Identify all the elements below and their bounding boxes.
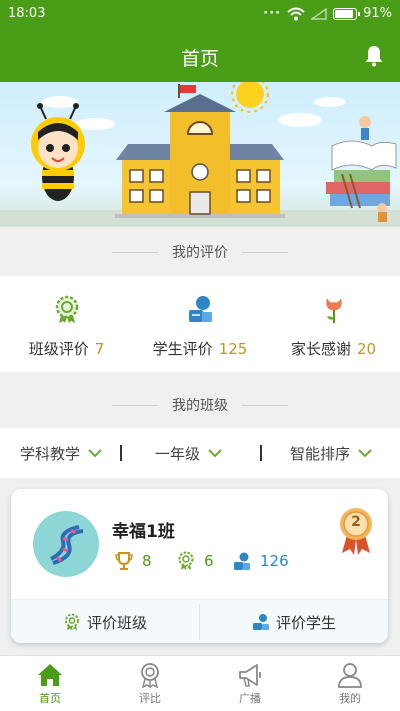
stat-label: 学生评价 — [152, 340, 213, 358]
tab-label: 我的 — [339, 692, 361, 705]
banner-image — [0, 82, 400, 227]
tab-label: 广播 — [239, 692, 261, 705]
award-icon — [141, 663, 159, 688]
student-icon — [234, 552, 250, 570]
trophy-count: 8 — [142, 552, 152, 570]
home-icon — [38, 664, 62, 686]
megaphone-icon — [239, 664, 261, 687]
chevron-down-icon — [358, 449, 372, 458]
status-indicators: ··· 91% — [263, 6, 392, 21]
status-time: 18:03 — [8, 6, 46, 21]
divider-line — [242, 251, 288, 253]
page-title: 首页 — [180, 48, 219, 70]
medal-count: 6 — [204, 552, 214, 570]
section-title-text: 我的评价 — [172, 245, 228, 261]
class-trophy-count: 8 — [114, 551, 152, 571]
class-rank: 2 — [351, 514, 361, 530]
stat-value: 20 — [356, 340, 377, 358]
battery-fill — [335, 9, 354, 18]
class-avatar — [33, 511, 99, 577]
stat-value: 7 — [94, 340, 105, 358]
wifi-icon — [287, 7, 305, 20]
review-class-button[interactable]: 评价班级 — [11, 600, 199, 643]
school-illustration — [0, 82, 400, 227]
class-medal-count: 6 — [176, 551, 214, 571]
review-class-label: 评价班级 — [86, 613, 147, 632]
section-my-reviews: 我的评价 — [0, 228, 400, 276]
tab-profile[interactable]: 我的 — [300, 656, 400, 711]
sun-icon — [231, 82, 269, 113]
chevron-down-icon — [208, 449, 222, 458]
more-dots-icon: ··· — [263, 6, 282, 21]
class-student-count: 126 — [232, 551, 289, 571]
class-filters: 学科教学 一年级 智能排序 — [0, 428, 400, 478]
stat-class-reviews[interactable]: 班级评价 7 — [0, 276, 133, 372]
review-students-label: 评价学生 — [275, 613, 336, 632]
section-title-text: 我的班级 — [172, 398, 228, 414]
student-count: 126 — [260, 552, 289, 570]
filter-separator — [120, 445, 122, 461]
medal-icon — [65, 613, 79, 630]
tab-label: 首页 — [39, 692, 61, 705]
tab-ranking[interactable]: 评比 — [100, 656, 200, 711]
filter-subject-dropdown[interactable]: 学科教学 — [20, 428, 102, 478]
filter-grade-dropdown[interactable]: 一年级 — [155, 428, 222, 478]
student-icon — [189, 296, 212, 322]
stat-parent-thanks[interactable]: 家长感谢 20 — [267, 276, 400, 372]
stat-student-reviews[interactable]: 学生评价 125 — [133, 276, 267, 372]
battery-icon — [333, 7, 361, 20]
stat-row: 学生评价 125 — [133, 338, 267, 359]
status-bar: 18:03 ··· 91% — [0, 0, 400, 30]
tab-home[interactable]: 首页 — [0, 656, 100, 711]
stat-label: 班级评价 — [28, 340, 89, 358]
class-card[interactable]: 幸福1班 8 6 126 2 评价班级 评价学生 — [11, 489, 388, 643]
card-actions: 评价班级 评价学生 — [11, 599, 388, 643]
review-stats: 班级评价 7 学生评价 125 家长感谢 20 — [0, 276, 400, 372]
chevron-down-icon — [88, 449, 102, 458]
filter-label: 学科教学 — [20, 444, 81, 463]
trophy-icon — [115, 552, 133, 570]
divider-line — [112, 404, 158, 406]
app-header: 首页 — [0, 30, 400, 82]
filter-label: 一年级 — [155, 444, 201, 463]
filter-label: 智能排序 — [290, 444, 351, 463]
stat-row: 班级评价 7 — [0, 338, 133, 359]
divider-line — [242, 404, 288, 406]
signal-icon — [311, 7, 327, 20]
divider-line — [112, 251, 158, 253]
medal-icon — [55, 295, 78, 323]
battery-percent: 91% — [363, 6, 392, 21]
stat-label: 家长感谢 — [290, 340, 351, 358]
bee-mascot — [31, 103, 85, 201]
section-my-classes: 我的班级 — [0, 381, 400, 429]
medal-icon — [178, 551, 194, 570]
student-icon — [252, 614, 269, 630]
filter-sort-dropdown[interactable]: 智能排序 — [290, 428, 372, 478]
tab-label: 评比 — [139, 692, 161, 705]
tab-broadcast[interactable]: 广播 — [200, 656, 300, 711]
stat-value: 125 — [218, 340, 248, 358]
flower-icon — [325, 298, 342, 323]
bell-icon[interactable] — [362, 44, 386, 68]
filter-separator — [260, 445, 262, 461]
class-name: 幸福1班 — [112, 522, 175, 542]
stat-row: 家长感谢 20 — [267, 338, 400, 359]
user-icon — [338, 663, 362, 688]
bottom-tab-bar: 首页 评比 广播 我的 — [0, 655, 400, 711]
review-students-button[interactable]: 评价学生 — [200, 600, 388, 643]
books-illustration — [326, 116, 397, 222]
dna-icon — [50, 525, 84, 565]
